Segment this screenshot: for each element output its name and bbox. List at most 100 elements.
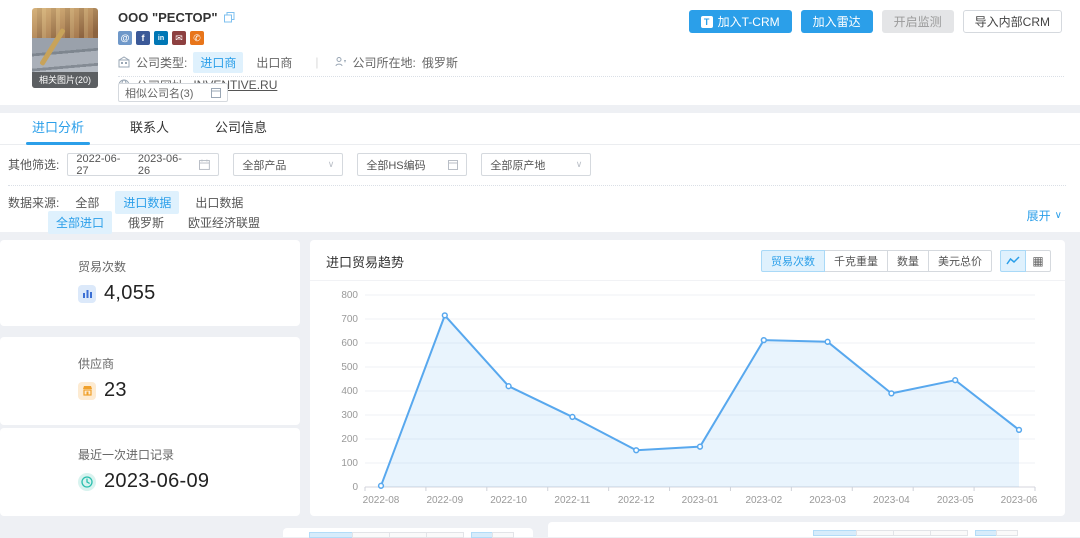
origin-select[interactable]: 全部原产地 ∨ bbox=[481, 153, 591, 176]
stat-card-last-import: 最近一次进口记录 2023-06-09 bbox=[0, 428, 300, 516]
stat-label: 供应商 bbox=[78, 355, 300, 372]
tag-importer[interactable]: 进口商 bbox=[193, 52, 243, 73]
tab-company-info[interactable]: 公司信息 bbox=[215, 113, 267, 145]
bottom-right-metric-1[interactable] bbox=[813, 530, 857, 536]
date-start: 2022-06-27 bbox=[76, 153, 132, 177]
source-all-import[interactable]: 全部进口 bbox=[48, 211, 112, 234]
filter-divider bbox=[8, 185, 1066, 186]
svg-text:600: 600 bbox=[341, 338, 358, 349]
svg-text:400: 400 bbox=[341, 386, 358, 397]
location-value: 俄罗斯 bbox=[422, 54, 458, 71]
bottom-left-metric-1[interactable] bbox=[309, 532, 353, 538]
svg-text:100: 100 bbox=[341, 458, 358, 469]
hs-code-value: 全部HS编码 bbox=[366, 157, 425, 173]
svg-text:800: 800 bbox=[341, 290, 358, 301]
company-type-icon bbox=[118, 56, 130, 68]
phone-icon[interactable]: ✆ bbox=[190, 31, 204, 45]
email-icon[interactable]: ✉ bbox=[172, 31, 186, 45]
tab-import-analysis[interactable]: 进口分析 bbox=[32, 113, 84, 145]
filter-label: 其他筛选: bbox=[8, 156, 59, 173]
metric-kg-weight[interactable]: 千克重量 bbox=[824, 250, 888, 272]
start-monitor-label: 开启监测 bbox=[894, 13, 942, 30]
svg-text:500: 500 bbox=[341, 362, 358, 373]
facebook-icon[interactable]: f bbox=[136, 31, 150, 45]
bottom-left-metric-4[interactable] bbox=[426, 532, 464, 538]
source-russia[interactable]: 俄罗斯 bbox=[120, 211, 172, 234]
date-range-picker[interactable]: 2022-06-27 2023-06-26 bbox=[67, 153, 219, 176]
similar-companies-dropdown[interactable]: 相似公司名(3) bbox=[118, 83, 228, 102]
copy-icon[interactable] bbox=[224, 12, 235, 23]
bottom-left-view-1[interactable] bbox=[471, 532, 493, 538]
bottom-left-view-2[interactable] bbox=[492, 532, 514, 538]
metric-usd-total[interactable]: 美元总价 bbox=[928, 250, 992, 272]
table-view-button[interactable]: ▦ bbox=[1025, 250, 1051, 272]
start-monitor-button[interactable]: 开启监测 bbox=[882, 10, 954, 33]
svg-text:2022-12: 2022-12 bbox=[617, 495, 654, 506]
view-switch: ▦ bbox=[1000, 250, 1051, 272]
chevron-down-icon: ∨ bbox=[328, 159, 335, 170]
bottom-right-view-1[interactable] bbox=[975, 530, 997, 536]
stat-card-suppliers: 供应商 23 bbox=[0, 337, 300, 425]
similar-companies-label: 相似公司名(3) bbox=[125, 85, 193, 101]
company-name: OOO "PECTOP" bbox=[118, 10, 218, 25]
import-crm-button[interactable]: 导入内部CRM bbox=[963, 10, 1062, 33]
shop-icon bbox=[78, 382, 96, 400]
product-select[interactable]: 全部产品 ∨ bbox=[233, 153, 343, 176]
trend-line-chart[interactable]: 01002003004005006007008002022-082022-092… bbox=[323, 283, 1053, 513]
hs-code-select[interactable]: 全部HS编码 bbox=[357, 153, 467, 176]
bottom-right-metric-2[interactable] bbox=[856, 530, 894, 536]
linkedin-icon[interactable]: in bbox=[154, 31, 168, 45]
add-tcrm-label: 加入T-CRM bbox=[718, 13, 780, 30]
source-eaeu[interactable]: 欧亚经济联盟 bbox=[180, 211, 268, 234]
location-icon bbox=[335, 56, 347, 68]
website-social-icon[interactable]: @ bbox=[118, 31, 132, 45]
divider: | bbox=[315, 55, 318, 69]
calendar-icon bbox=[199, 159, 210, 170]
bottom-right-panel bbox=[548, 522, 1080, 537]
svg-text:2022-08: 2022-08 bbox=[362, 495, 399, 506]
tab-contacts[interactable]: 联系人 bbox=[130, 113, 169, 145]
window-icon bbox=[448, 160, 458, 170]
tag-exporter[interactable]: 出口商 bbox=[249, 52, 299, 73]
bottom-right-view-2[interactable] bbox=[996, 530, 1018, 536]
bottom-right-metric-4[interactable] bbox=[930, 530, 968, 536]
origin-select-value: 全部原产地 bbox=[490, 157, 545, 173]
company-header: 相关图片(20) OOO "PECTOP" @ f in ✉ ✆ 公司类型: 进… bbox=[0, 0, 1080, 105]
chart-title: 进口贸易趋势 bbox=[326, 252, 404, 271]
svg-text:2023-03: 2023-03 bbox=[809, 495, 846, 506]
stat-value: 2023-06-09 bbox=[104, 470, 209, 493]
svg-text:2023-04: 2023-04 bbox=[873, 495, 910, 506]
bottom-left-panel bbox=[283, 528, 533, 537]
svg-text:2023-05: 2023-05 bbox=[936, 495, 973, 506]
expand-label: 展开 bbox=[1027, 207, 1051, 224]
tab-bar: 进口分析 联系人 公司信息 bbox=[0, 113, 1080, 145]
tcrm-icon: T bbox=[701, 16, 713, 28]
line-chart-view-button[interactable] bbox=[1000, 250, 1026, 272]
svg-text:2023-01: 2023-01 bbox=[681, 495, 718, 506]
metric-switch: 贸易次数 千克重量 数量 美元总价 bbox=[761, 250, 992, 272]
table-icon: ▦ bbox=[1032, 255, 1043, 267]
stat-card-trade-count: 贸易次数 4,055 bbox=[0, 240, 300, 326]
svg-text:700: 700 bbox=[341, 314, 358, 325]
location-label: 公司所在地: bbox=[353, 54, 416, 71]
metric-quantity[interactable]: 数量 bbox=[887, 250, 929, 272]
chevron-down-icon: ∨ bbox=[1055, 210, 1062, 221]
stat-value: 4,055 bbox=[104, 282, 156, 305]
add-radar-button[interactable]: 加入雷达 bbox=[801, 10, 873, 33]
clock-icon bbox=[78, 473, 96, 491]
bottom-right-metric-3[interactable] bbox=[893, 530, 931, 536]
svg-text:0: 0 bbox=[352, 482, 358, 493]
expand-toggle[interactable]: 展开 ∨ bbox=[1027, 207, 1062, 224]
bottom-left-metric-2[interactable] bbox=[352, 532, 390, 538]
svg-text:2022-11: 2022-11 bbox=[554, 495, 590, 506]
social-icons: @ f in ✉ ✆ bbox=[118, 31, 458, 45]
import-trend-panel: 进口贸易趋势 贸易次数 千克重量 数量 美元总价 ▦ 0100200300400… bbox=[310, 240, 1065, 516]
bottom-left-metric-3[interactable] bbox=[389, 532, 427, 538]
related-images-label[interactable]: 相关图片(20) bbox=[32, 72, 98, 88]
company-photo[interactable]: 相关图片(20) bbox=[32, 8, 98, 88]
add-tcrm-button[interactable]: T 加入T-CRM bbox=[689, 10, 792, 33]
import-crm-label: 导入内部CRM bbox=[975, 13, 1050, 30]
stat-label: 最近一次进口记录 bbox=[78, 446, 300, 463]
metric-trade-count[interactable]: 贸易次数 bbox=[761, 250, 825, 272]
svg-text:300: 300 bbox=[341, 410, 358, 421]
